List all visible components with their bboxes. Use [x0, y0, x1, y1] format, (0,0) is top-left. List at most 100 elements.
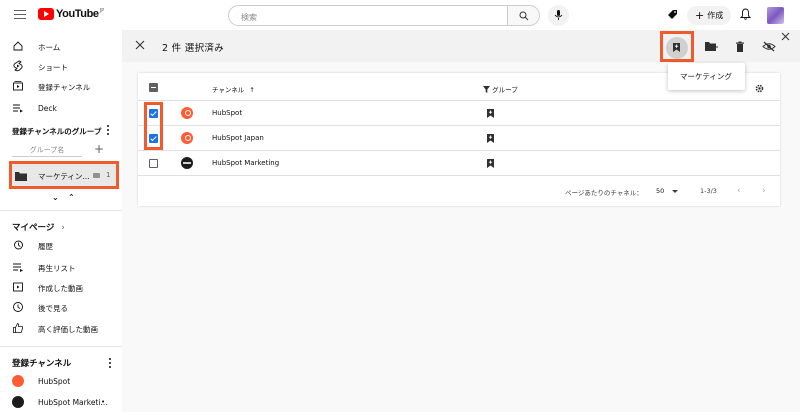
divider [0, 346, 122, 347]
chevron-right-icon: › [61, 223, 65, 233]
liked-icon [13, 323, 24, 333]
sidebar-item-label: 登録チャンネル [38, 83, 91, 92]
dropdown-arrow-icon[interactable] [672, 190, 678, 193]
channel-table: チャンネル ↑ グループ HubSpot HubSpot Japan HubSp… [138, 73, 780, 206]
channel-logo [181, 107, 193, 119]
sidebar-sub-label: HubSpot Marketi... [38, 398, 108, 407]
channel-name: HubSpot Marketing [212, 159, 280, 167]
playlist-icon [13, 263, 23, 272]
per-page-select[interactable]: 50 [656, 187, 664, 195]
table-row[interactable]: HubSpot Japan [138, 126, 780, 151]
sidebar-item-home[interactable]: ホーム [0, 36, 122, 56]
sidebar-item-label: ショート [38, 63, 68, 72]
video-icon [93, 173, 100, 178]
tooltip-label: マーケティング [680, 72, 732, 81]
sidebar-item-watch-later[interactable]: 後で見る [0, 297, 122, 317]
chevron-up-icon[interactable]: ⌃ [68, 193, 75, 202]
sidebar-sub-hubspot-marketing[interactable]: HubSpot Marketi... • [0, 392, 122, 412]
sidebar-item-label: 再生リスト [38, 264, 76, 273]
deck-icon [13, 104, 23, 113]
row-checkbox[interactable] [149, 159, 158, 168]
divider [0, 210, 122, 211]
search-button[interactable] [508, 5, 540, 26]
channel-header-label: チャンネル [212, 86, 245, 94]
group-item-marketing[interactable]: マーケティン... 1 [9, 161, 119, 189]
hubspot-marketing-logo [12, 396, 24, 408]
sidebar-item-your-videos[interactable]: 作成した動画 [0, 277, 122, 297]
shorts-icon [13, 60, 23, 72]
trash-icon[interactable] [735, 41, 745, 52]
group-name-input[interactable]: グループ名 [12, 143, 82, 157]
subscriptions-section-title: 登録チャンネル [12, 359, 72, 369]
close-icon[interactable] [135, 40, 145, 50]
group-count: 1 [106, 171, 111, 179]
selection-bar: 2 件 選択済み [122, 30, 800, 62]
sidebar-item-playlists[interactable]: 再生リスト [0, 257, 122, 277]
table-row[interactable]: HubSpot [138, 101, 780, 126]
sidebar-item-subscriptions[interactable]: 登録チャンネル [0, 76, 122, 96]
sidebar-item-shorts[interactable]: ショート [0, 56, 122, 76]
select-all-checkbox[interactable] [149, 83, 158, 92]
plus-icon: + [695, 9, 705, 22]
avatar[interactable] [767, 7, 784, 24]
settings-gear-icon[interactable] [755, 84, 764, 93]
subscriptions-icon [13, 81, 23, 91]
sidebar-item-deck[interactable]: Deck [0, 98, 122, 118]
sidebar-item-history[interactable]: 履歴 [0, 235, 122, 255]
table-pagination: ページあたりのチャネル： 50 1-3/3 ‹ › [138, 178, 780, 206]
page-range: 1-3/3 [700, 187, 717, 195]
channel-name: HubSpot [212, 109, 243, 117]
create-button[interactable]: + 作成 [687, 6, 731, 25]
per-page-label: ページあたりのチャネル： [565, 189, 643, 197]
prev-page-icon[interactable]: ‹ [737, 186, 741, 196]
history-icon [14, 240, 23, 250]
next-page-icon[interactable]: › [762, 186, 766, 196]
group-name: マーケティン... [38, 172, 90, 181]
watch-later-icon [13, 302, 23, 312]
search-placeholder: 検索 [241, 13, 257, 22]
mypage-link[interactable]: マイページ › [12, 221, 65, 233]
sidebar-item-label: Deck [38, 104, 57, 113]
table-row[interactable]: HubSpot Marketing [138, 151, 780, 176]
youtube-logo[interactable]: YouTube JP [38, 8, 104, 20]
sidebar: ホーム ショート 登録チャンネル Deck 登録チャンネルのグループ グループ名… [0, 30, 122, 412]
close-panel-icon[interactable] [781, 32, 790, 41]
home-icon [13, 41, 23, 51]
bookmark-add-icon[interactable] [486, 158, 495, 169]
folder-add-icon[interactable] [705, 41, 718, 52]
groups-more-icon[interactable] [107, 125, 110, 137]
sidebar-sub-label: HubSpot [38, 377, 71, 386]
search-icon [519, 11, 529, 21]
channel-logo [181, 157, 193, 169]
group-header-label: グループ [492, 86, 518, 94]
hide-icon[interactable] [762, 41, 776, 52]
checkbox-highlight [144, 102, 163, 150]
create-label: 作成 [707, 11, 724, 20]
menu-icon[interactable] [14, 10, 26, 19]
group-tooltip[interactable]: マーケティング [668, 63, 745, 90]
add-to-group-button[interactable] [660, 31, 694, 62]
tag-icon[interactable] [667, 9, 678, 20]
subscriptions-more-icon[interactable] [109, 358, 112, 370]
chevron-down-icon[interactable]: ⌄ [52, 193, 59, 202]
youtube-play-icon [38, 8, 54, 20]
bookmark-add-icon[interactable] [486, 133, 495, 144]
channel-column-header[interactable]: チャンネル ↑ [212, 84, 255, 94]
channel-name: HubSpot Japan [212, 134, 264, 142]
logo-text: YouTube [56, 8, 99, 20]
sidebar-sub-hubspot[interactable]: HubSpot [0, 371, 122, 391]
your-videos-icon [13, 282, 23, 292]
sidebar-item-liked-videos[interactable]: 高く評価した動画 [0, 318, 122, 338]
hubspot-logo [12, 375, 24, 387]
bell-icon[interactable] [740, 8, 751, 20]
filter-icon[interactable] [483, 86, 490, 93]
search-input[interactable]: 検索 [228, 5, 508, 26]
sidebar-item-label: 履歴 [38, 242, 53, 251]
groups-section-title: 登録チャンネルのグループ [12, 127, 102, 136]
sort-arrow-up-icon: ↑ [249, 86, 255, 94]
folder-icon [15, 172, 27, 181]
bookmark-add-icon[interactable] [486, 108, 495, 119]
voice-search-button[interactable] [548, 5, 569, 26]
sidebar-item-label: 高く評価した動画 [38, 325, 98, 334]
add-group-button[interactable]: + [94, 142, 104, 156]
